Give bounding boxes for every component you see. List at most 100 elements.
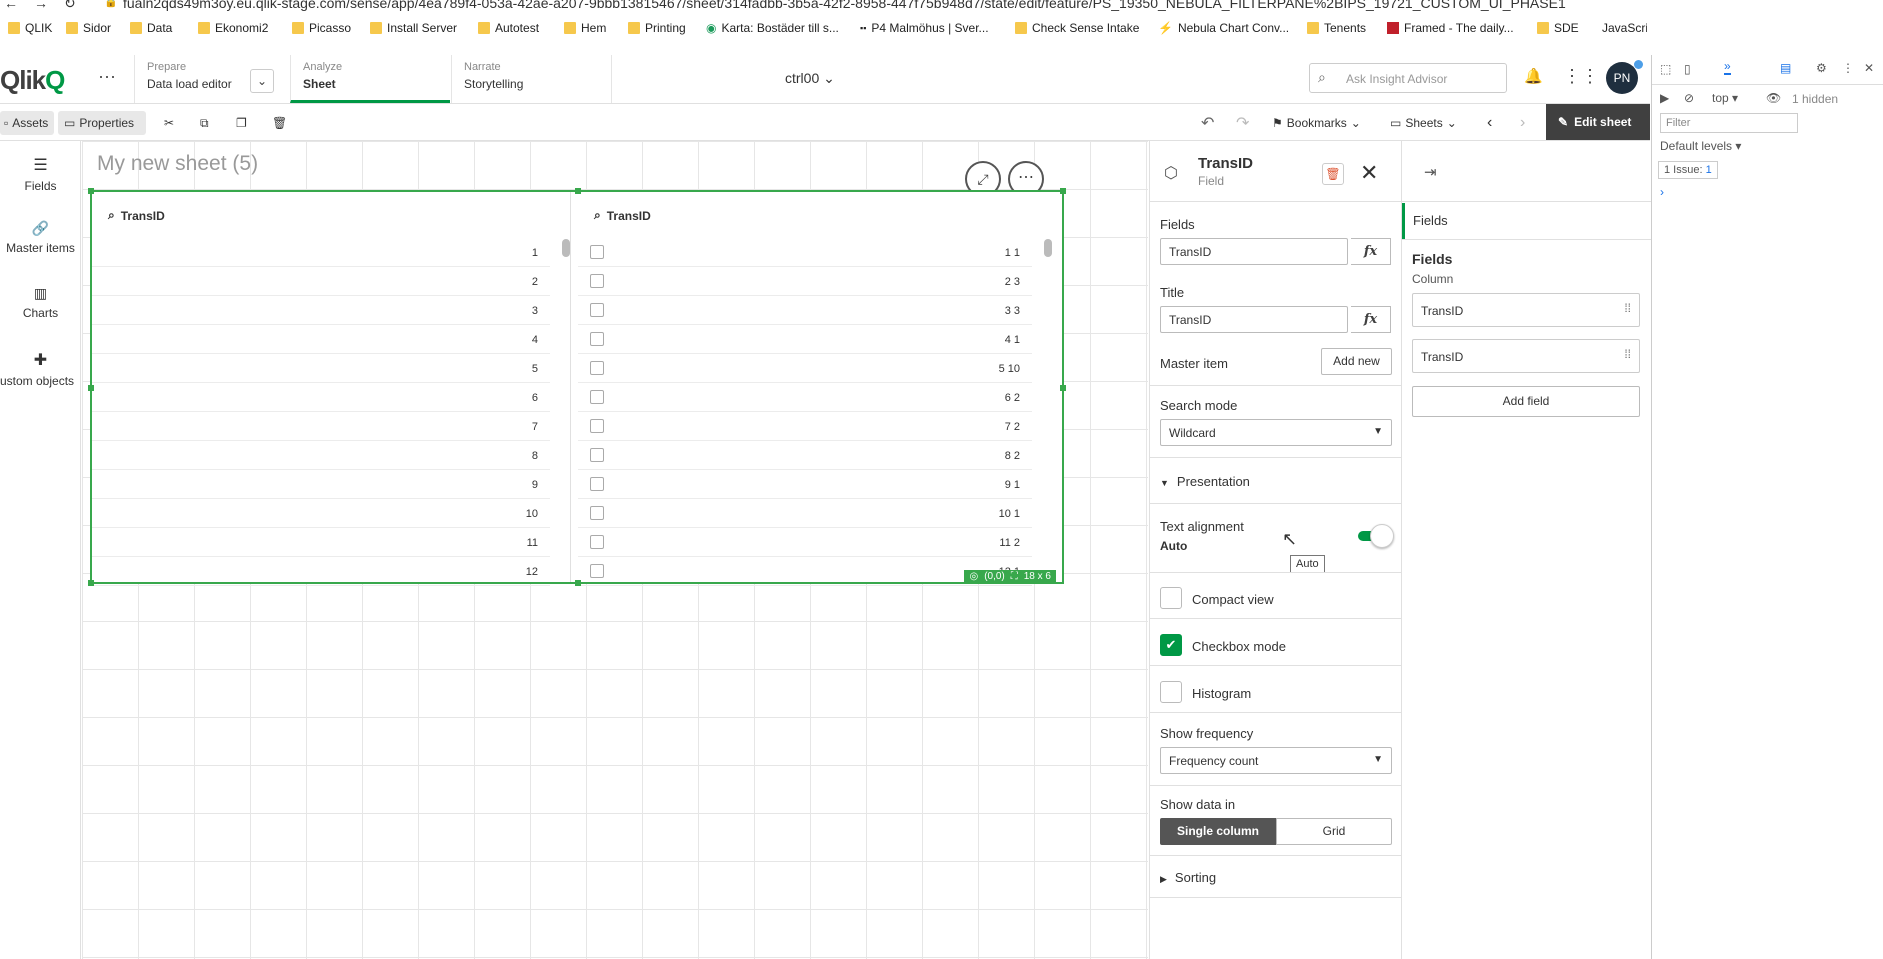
context-select[interactable]: top ▾ [1712, 91, 1738, 105]
frequency-select[interactable]: Frequency count ▼ [1160, 747, 1392, 774]
add-field-button[interactable]: Add field [1412, 386, 1640, 417]
insight-search[interactable]: ⌕ Ask Insight Advisor [1309, 63, 1507, 93]
resize-handle[interactable] [88, 385, 94, 391]
more-icon[interactable]: ⋯ [98, 67, 116, 88]
list-item[interactable]: 3 [92, 296, 550, 325]
list-item[interactable]: 8 2 [578, 441, 1032, 470]
bookmark-item[interactable]: Autotest [478, 21, 539, 35]
properties-button[interactable]: ▭ Properties [58, 111, 146, 135]
close-icon[interactable]: ✕ [1864, 61, 1874, 75]
url-text[interactable]: fualn2qds49m3oy.eu.qlik-stage.com/sense/… [123, 0, 1566, 11]
sheet-title[interactable]: My new sheet (5) [97, 152, 258, 176]
checkbox-mode-checkbox[interactable]: ✔ [1160, 634, 1182, 656]
nav-master-items[interactable]: 🔗 Master items [0, 220, 81, 255]
list-item[interactable]: 5 10 [578, 354, 1032, 383]
bookmark-item[interactable]: Hem [564, 21, 606, 35]
close-icon[interactable]: ✕ [1360, 160, 1378, 186]
bookmark-item[interactable]: Sidor [66, 21, 111, 35]
list-item-checkbox[interactable] [590, 564, 604, 578]
bookmark-item[interactable]: Framed - The daily... [1387, 21, 1514, 35]
list-item[interactable]: 8 [92, 441, 550, 470]
avatar[interactable]: PN [1606, 62, 1638, 94]
list-item[interactable]: 4 [92, 325, 550, 354]
clear-icon[interactable]: ⊘ [1684, 91, 1694, 105]
listbox-right[interactable]: ⌕ TransID 1 1 2 3 3 3 4 1 5 10 6 2 7 2 8 2 9 1 10 … [578, 192, 1062, 586]
histogram-checkbox[interactable] [1160, 681, 1182, 703]
paste-icon[interactable]: ❐ [236, 111, 247, 135]
list-item-checkbox[interactable] [590, 361, 604, 375]
field-item[interactable]: TransID ⁞⁞ [1412, 339, 1640, 373]
previous-sheet-icon[interactable]: ‹ [1487, 111, 1492, 135]
presentation-section[interactable]: ▼ Presentation [1160, 474, 1250, 489]
more-tabs-icon[interactable]: » [1724, 59, 1731, 75]
list-item[interactable]: 6 2 [578, 383, 1032, 412]
apps-grid-icon[interactable]: ⋮⋮ [1563, 66, 1599, 87]
list-item[interactable]: 5 [92, 354, 550, 383]
address-bar[interactable]: ← → ↻ 🔒 fualn2qds49m3oy.eu.qlik-stage.co… [0, 0, 1883, 14]
add-new-button[interactable]: Add new [1321, 348, 1392, 375]
resize-handle[interactable] [575, 580, 581, 586]
list-item[interactable]: 1 1 [578, 238, 1032, 267]
eye-icon[interactable]: 👁 [1766, 91, 1781, 105]
drag-handle-icon[interactable]: ⁞⁞ [1624, 301, 1631, 315]
resize-handle[interactable] [88, 188, 94, 194]
sorting-section[interactable]: ▶ Sorting [1160, 870, 1216, 885]
tab-analyze[interactable]: Analyze Sheet [290, 55, 450, 103]
app-name[interactable]: ctrl00 ⌄ [785, 70, 835, 87]
nav-fields[interactable]: ☰ Fields [0, 155, 81, 193]
filter-pane[interactable]: ⌕ TransID 1 2 3 4 5 6 7 8 9 10 11 12 ⌕ TransID 1 12 3… [88, 188, 1066, 586]
resize-handle[interactable] [575, 188, 581, 194]
list-item-checkbox[interactable] [590, 477, 604, 491]
listbox-header[interactable]: ⌕ TransID [594, 208, 651, 223]
panel-toggle-icon[interactable]: ⇥ [1424, 163, 1437, 181]
bookmark-item[interactable]: Picasso [292, 21, 351, 35]
list-item-checkbox[interactable] [590, 245, 604, 259]
assets-button[interactable]: ▫ Assets [0, 111, 54, 135]
list-item-checkbox[interactable] [590, 535, 604, 549]
bookmark-item[interactable]: ◉ Karta: Bostäder till s... [706, 21, 839, 35]
resize-handle[interactable] [1060, 188, 1066, 194]
list-item[interactable]: 7 [92, 412, 550, 441]
drag-handle-icon[interactable]: ⁞⁞ [1624, 347, 1631, 361]
resize-handle[interactable] [1060, 385, 1066, 391]
list-item[interactable]: 3 3 [578, 296, 1032, 325]
sidebar-icon[interactable]: ▶ [1660, 91, 1669, 105]
next-sheet-icon[interactable]: › [1520, 111, 1525, 135]
device-icon[interactable]: ▯ [1684, 62, 1691, 76]
bookmark-item[interactable]: JavaScript [1597, 21, 1647, 35]
list-item[interactable]: 11 [92, 528, 550, 557]
list-item[interactable]: 6 [92, 383, 550, 412]
levels-select[interactable]: Default levels ▾ [1660, 139, 1741, 153]
list-item-checkbox[interactable] [590, 274, 604, 288]
list-item-checkbox[interactable] [590, 303, 604, 317]
field-item[interactable]: TransID ⁞⁞ [1412, 293, 1640, 327]
list-item-checkbox[interactable] [590, 419, 604, 433]
fields-input[interactable]: TransID [1160, 238, 1348, 265]
list-item[interactable]: 2 3 [578, 267, 1032, 296]
copy-icon[interactable]: ⧉ [200, 111, 209, 135]
bookmark-item[interactable]: SDE [1537, 21, 1579, 35]
trash-icon[interactable]: 🗑 [1322, 163, 1344, 185]
bookmark-item[interactable]: ▪▪ P4 Malmöhus | Sver... [860, 21, 989, 35]
forward-icon[interactable]: → [34, 0, 48, 11]
bookmark-item[interactable]: Tenents [1307, 21, 1366, 35]
grid-button[interactable]: Grid [1276, 818, 1392, 845]
nav-custom-objects[interactable]: ✚ ustom objects [0, 350, 81, 388]
list-item[interactable]: 10 [92, 499, 550, 528]
fields-expression-button[interactable]: fx [1351, 238, 1391, 265]
tab-narrate[interactable]: Narrate Storytelling [451, 55, 611, 103]
undo-icon[interactable]: ↶ [1201, 111, 1214, 135]
single-column-button[interactable]: Single column [1160, 818, 1276, 845]
list-item[interactable]: 1 [92, 238, 550, 267]
chevron-down-icon[interactable]: ⌄ [250, 69, 274, 93]
listbox-left[interactable]: ⌕ TransID 1 2 3 4 5 6 7 8 9 10 11 12 [92, 192, 571, 586]
console-icon[interactable]: ▤ [1780, 61, 1791, 75]
bookmark-item[interactable]: Printing [628, 21, 686, 35]
list-item[interactable]: 4 1 [578, 325, 1032, 354]
title-input[interactable]: TransID [1160, 306, 1348, 333]
issues-badge[interactable]: 1 Issue: 1 [1658, 161, 1718, 179]
title-expression-button[interactable]: fx [1351, 306, 1391, 333]
scrollbar[interactable] [562, 239, 570, 257]
resize-handle[interactable] [88, 580, 94, 586]
bookmark-item[interactable]: QLIK [8, 21, 52, 35]
